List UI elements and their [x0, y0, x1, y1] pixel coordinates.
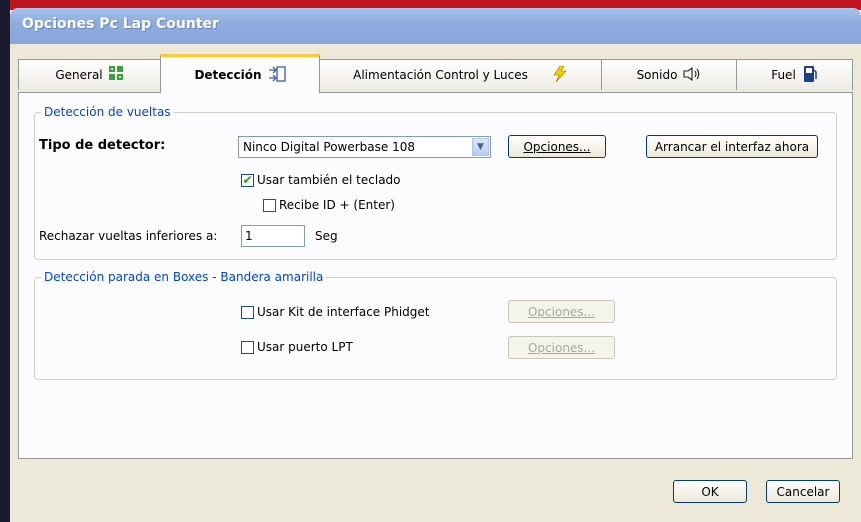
phidget-checkbox[interactable] — [241, 306, 254, 319]
receive-id-checkbox[interactable] — [263, 199, 276, 212]
start-interface-button[interactable]: Arrancar el interfaz ahora — [646, 135, 818, 158]
detection-icon — [268, 65, 286, 86]
tab-panel-deteccion: Detección de vueltas Tipo de detector: N… — [18, 92, 853, 459]
tab-label: Alimentación Control y Luces — [353, 68, 528, 82]
window-title: Opciones Pc Lap Counter — [22, 16, 219, 32]
tab-alimentacion[interactable]: Alimentación Control y Luces — [319, 59, 602, 90]
receive-id-label[interactable]: Recibe ID + (Enter) — [279, 198, 395, 212]
detector-options-button[interactable]: Opciones... — [508, 135, 606, 158]
lap-detection-legend: Detección de vueltas — [41, 105, 174, 119]
checkmark-icon: ✔ — [242, 173, 253, 187]
reject-laps-label: Rechazar vueltas inferiores a: — [39, 229, 218, 243]
title-bar[interactable]: Opciones Pc Lap Counter — [10, 8, 861, 44]
use-keyboard-label[interactable]: Usar también el teclado — [257, 173, 401, 187]
tab-deteccion[interactable]: Detección — [160, 54, 320, 93]
fuel-icon — [802, 65, 818, 86]
lpt-label[interactable]: Usar puerto LPT — [257, 340, 353, 354]
phidget-options-button[interactable]: Opciones... — [508, 300, 615, 323]
pit-detection-legend: Detección parada en Boxes - Bandera amar… — [41, 270, 327, 284]
tab-sonido[interactable]: Sonido — [601, 59, 737, 90]
tab-label: Fuel — [771, 68, 796, 82]
phidget-label[interactable]: Usar Kit de interface Phidget — [257, 305, 430, 319]
background-strip-left — [0, 0, 10, 522]
grid-icon — [108, 66, 124, 84]
use-keyboard-checkbox[interactable]: ✔ — [241, 174, 254, 187]
detector-type-value: Ninco Digital Powerbase 108 — [243, 140, 416, 154]
detector-type-select[interactable]: Ninco Digital Powerbase 108 ▼ — [238, 136, 491, 158]
reject-laps-input[interactable]: 1 — [241, 225, 305, 247]
speaker-icon — [683, 66, 701, 84]
options-dialog: Opciones Pc Lap Counter General Detecció… — [10, 8, 861, 522]
chevron-down-icon[interactable]: ▼ — [472, 138, 489, 156]
tab-fuel[interactable]: Fuel — [736, 59, 853, 90]
tab-general[interactable]: General — [18, 59, 161, 90]
lpt-checkbox[interactable] — [241, 341, 254, 354]
lpt-options-button[interactable]: Opciones... — [508, 336, 615, 359]
tab-strip: General Detección Alimentación Control y… — [10, 44, 861, 93]
pit-detection-group: Detección parada en Boxes - Bandera amar… — [34, 270, 837, 380]
lightning-icon — [552, 65, 568, 85]
cancel-button[interactable]: Cancelar — [766, 480, 840, 503]
tab-label: Detección — [194, 68, 262, 82]
reject-laps-value: 1 — [245, 229, 253, 243]
tab-label: Sonido — [636, 68, 678, 82]
tab-label: General — [55, 68, 103, 82]
ok-button[interactable]: OK — [673, 480, 747, 503]
detector-type-label: Tipo de detector: — [39, 138, 166, 153]
reject-laps-unit: Seg — [315, 229, 338, 243]
